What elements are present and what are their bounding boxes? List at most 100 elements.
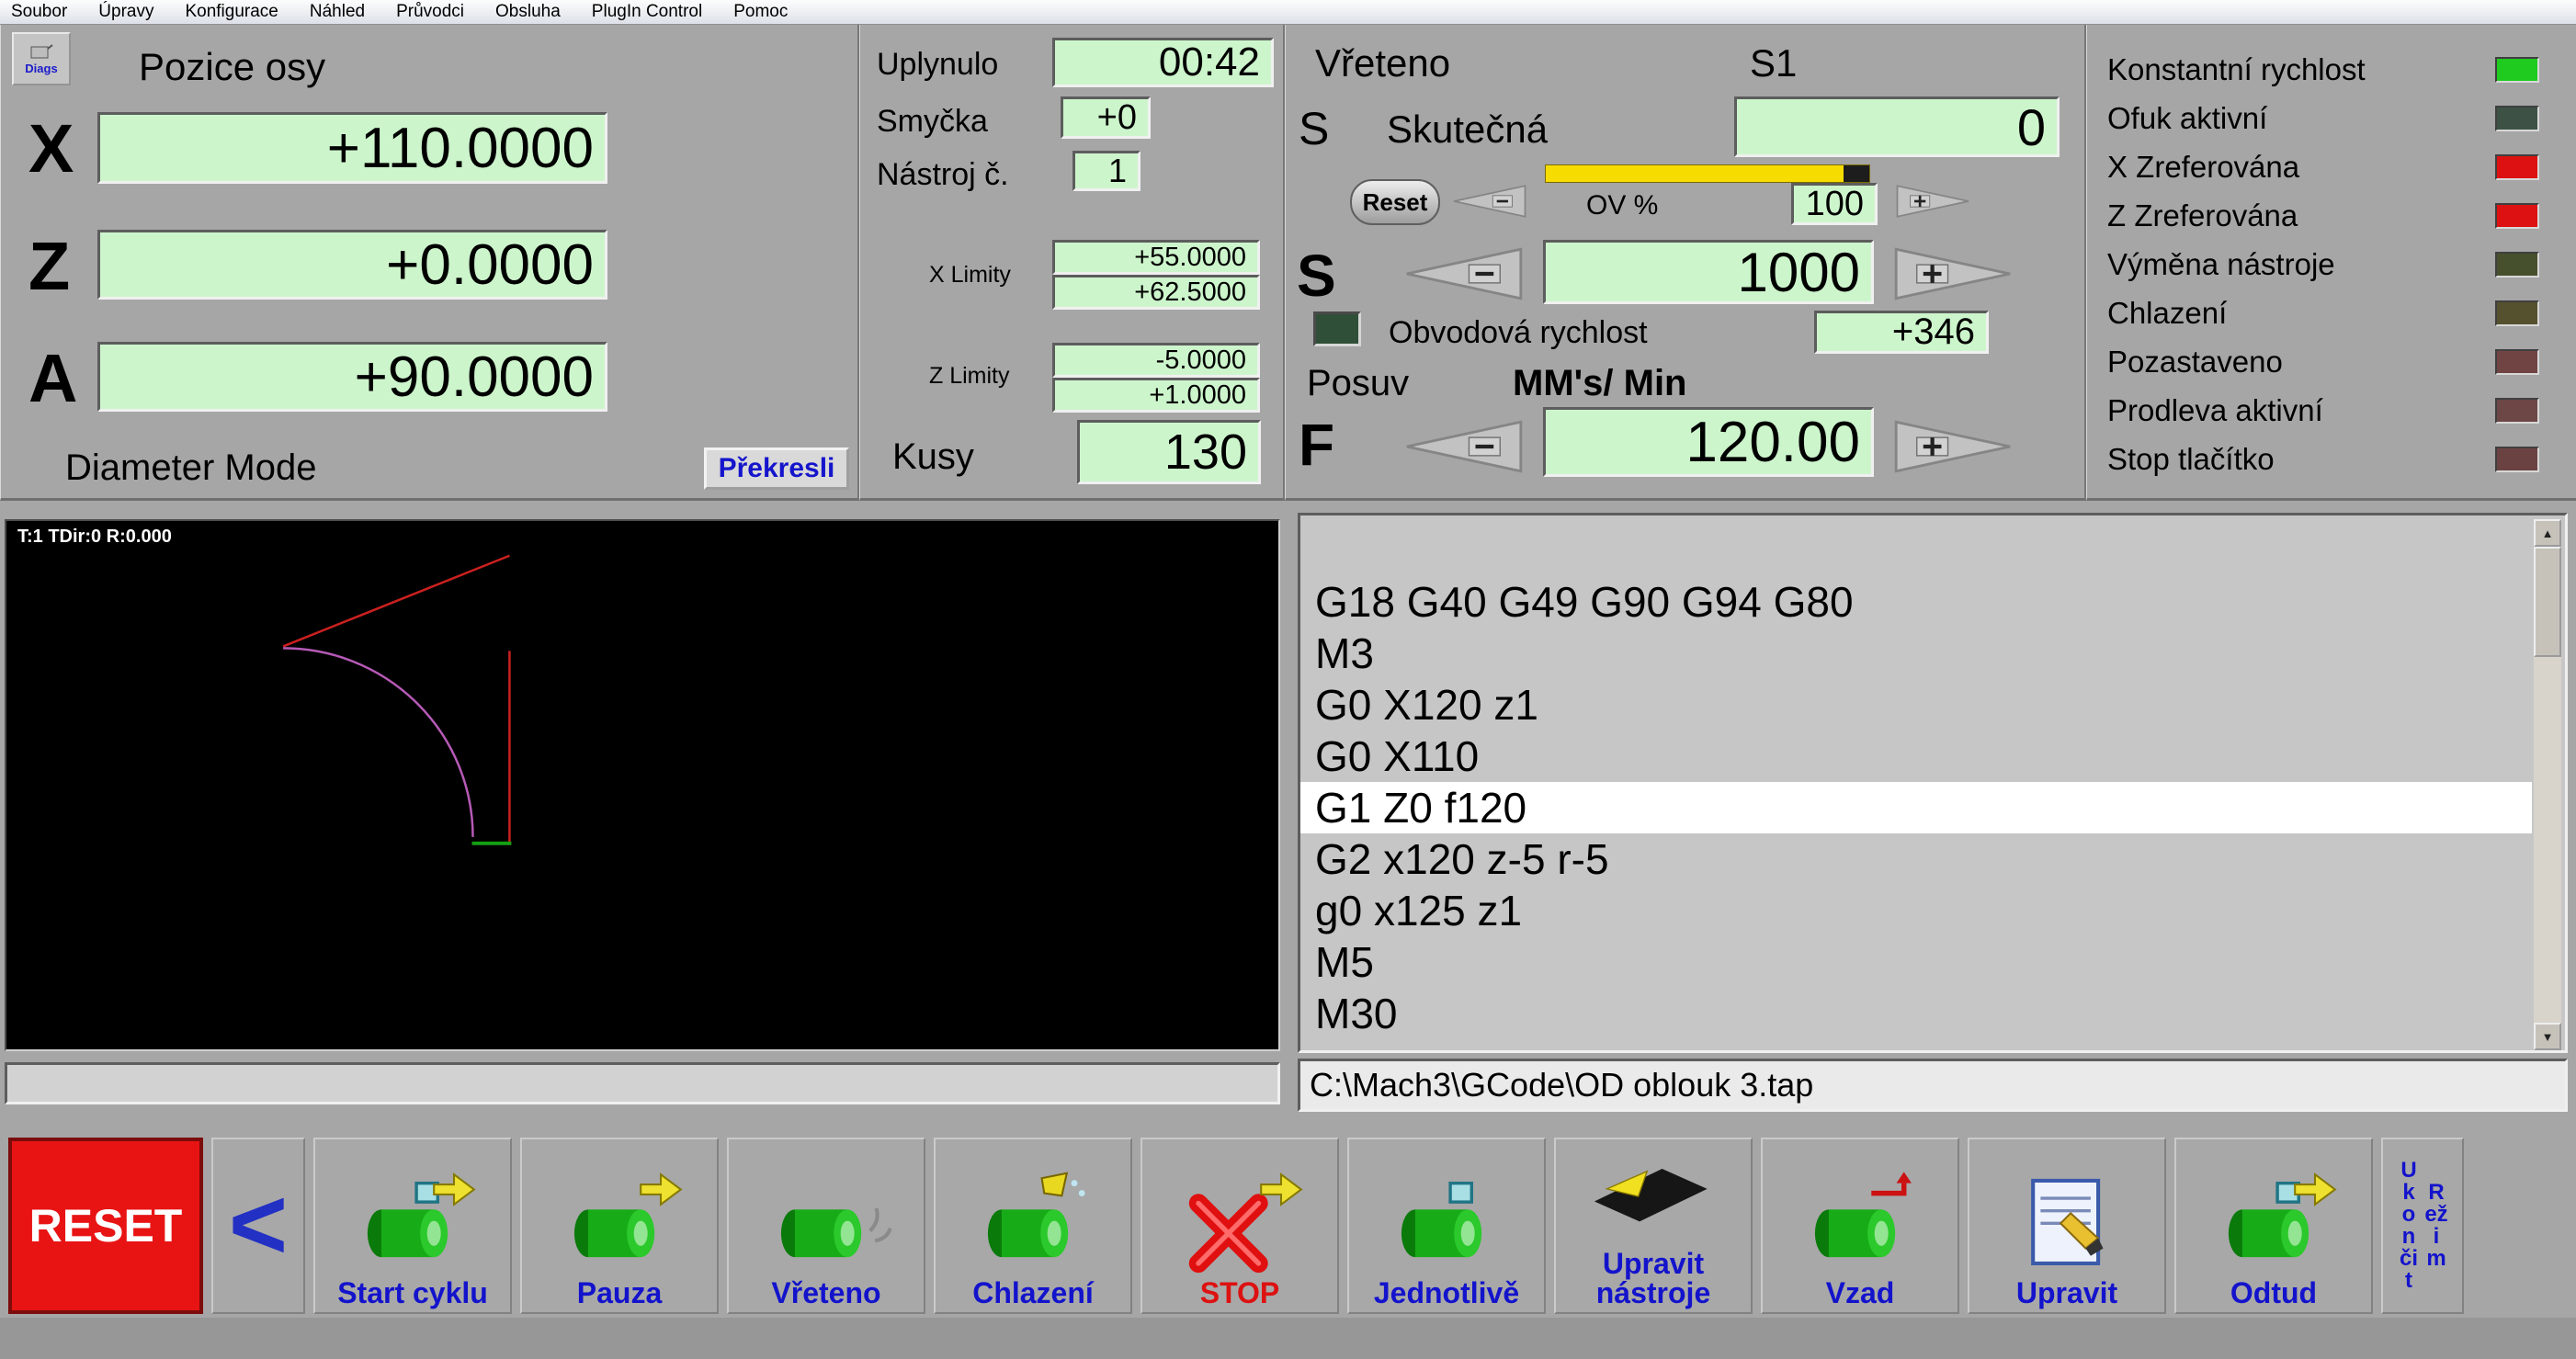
scroll-thumb[interactable] — [2534, 547, 2561, 657]
menu-plugin-control[interactable]: PlugIn Control — [592, 2, 702, 22]
feed-units-label: MM's/ Min — [1513, 363, 1687, 404]
button-label: Chlazení — [972, 1278, 1094, 1308]
spindle-speed-prefix: S — [1297, 242, 1336, 310]
dro-a[interactable]: +90.0000 — [97, 342, 607, 412]
override-minus-button[interactable] — [1447, 181, 1528, 221]
run-from-here-button[interactable]: Odtud — [2174, 1138, 2373, 1314]
exit-mode-button[interactable]: Ukončit Režim — [2381, 1138, 2464, 1314]
cycle-start-button[interactable]: Start cyklu — [313, 1138, 512, 1314]
status-row-constant-speed: Konstantní rychlost — [2087, 45, 2576, 94]
menu-obsluha[interactable]: Obsluha — [495, 2, 561, 22]
status-row-dwell-active: Prodleva aktivní — [2087, 386, 2576, 435]
spindle-speed-plus-button[interactable] — [1889, 245, 2023, 302]
redraw-button[interactable]: Překresli — [704, 447, 849, 490]
dro-override[interactable]: 100 — [1791, 183, 1878, 225]
gcode-line[interactable]: M5 — [1300, 936, 2532, 988]
parts-label: Kusy — [892, 436, 974, 478]
cycle-start-icon — [344, 1170, 482, 1278]
spindle-button[interactable]: Vřeteno — [727, 1138, 925, 1314]
back-button[interactable]: < — [211, 1138, 305, 1314]
scroll-up-icon[interactable]: ▲ — [2534, 519, 2561, 547]
spindle-actual-label: Skutečná — [1387, 108, 1548, 152]
toolpath-status-strip — [5, 1062, 1280, 1104]
scroll-down-icon[interactable]: ▼ — [2534, 1023, 2561, 1050]
feed-label: Posuv — [1307, 363, 1409, 404]
status-label: Z Zreferována — [2107, 198, 2495, 233]
menu-bar: Soubor Úpravy Konfigurace Náhled Průvodc… — [0, 0, 2576, 25]
dro-elapsed-time[interactable]: 00:42 — [1052, 38, 1274, 87]
feed-prefix: F — [1299, 411, 1334, 479]
button-label: Upravit nástroje — [1556, 1249, 1751, 1308]
override-plus-button[interactable] — [1894, 181, 1975, 221]
menu-nahled[interactable]: Náhled — [310, 2, 365, 22]
spindle-id-label: S1 — [1750, 41, 1797, 85]
gcode-file-path[interactable]: C:\Mach3\GCode\OD oblouk 3.tap — [1298, 1059, 2568, 1112]
tool-change-led — [2495, 252, 2539, 277]
dro-loop[interactable]: +0 — [1061, 96, 1151, 139]
gcode-line[interactable]: G0 X110 — [1300, 730, 2532, 782]
feed-plus-button[interactable] — [1889, 418, 2023, 475]
stop-button[interactable]: STOP — [1140, 1138, 1339, 1314]
status-row-air-blast: Ofuk aktivní — [2087, 94, 2576, 142]
toolpath-display[interactable]: T:1 TDir:0 R:0.000 — [5, 519, 1280, 1051]
diags-button[interactable]: Diags — [12, 32, 71, 85]
gcode-line[interactable]: G18 G40 G49 G90 G94 G80 — [1300, 576, 2532, 628]
dro-x-limit-1[interactable]: +55.0000 — [1052, 240, 1260, 275]
gcode-line[interactable]: g0 x125 z1 — [1300, 885, 2532, 936]
menu-pomoc[interactable]: Pomoc — [733, 2, 788, 22]
exit-label-line2: Režim — [2424, 1182, 2448, 1270]
status-label: Stop tlačítko — [2107, 442, 2495, 477]
pause-button[interactable]: Pauza — [520, 1138, 719, 1314]
status-label: Konstantní rychlost — [2107, 52, 2495, 87]
toolpath-canvas — [6, 521, 1278, 1049]
gcode-line[interactable]: G0 X120 z1 — [1300, 679, 2532, 730]
css-mode-led[interactable] — [1313, 311, 1361, 346]
diags-icon — [29, 43, 53, 62]
tool-number-label: Nástroj č. — [877, 157, 1009, 193]
feed-minus-button[interactable] — [1394, 418, 1528, 475]
gcode-line[interactable]: G2 x120 z-5 r-5 — [1300, 833, 2532, 885]
gcode-list[interactable]: G18 G40 G49 G90 G94 G80 M3 G0 X120 z1 G0… — [1298, 513, 2568, 1053]
css-label: Obvodová rychlost — [1389, 315, 1648, 351]
dro-tool-number[interactable]: 1 — [1072, 151, 1140, 191]
dro-spindle-speed[interactable]: 1000 — [1543, 240, 1874, 304]
z-referenced-led — [2495, 203, 2539, 229]
edit-gcode-icon — [1998, 1170, 2136, 1278]
dro-x[interactable]: +110.0000 — [97, 112, 607, 184]
gcode-line[interactable]: M30 — [1300, 988, 2532, 1039]
gcode-scrollbar[interactable]: ▲ ▼ — [2534, 519, 2561, 1050]
dro-z-limit-1[interactable]: -5.0000 — [1052, 343, 1260, 378]
single-block-button[interactable]: Jednotlivě — [1347, 1138, 1546, 1314]
button-label: Start cyklu — [337, 1278, 488, 1308]
gcode-line-current[interactable]: G1 Z0 f120 — [1300, 782, 2532, 833]
rewind-button[interactable]: Vzad — [1761, 1138, 1959, 1314]
button-label: Upravit — [2016, 1278, 2117, 1308]
dwell-active-led — [2495, 398, 2539, 424]
menu-pruvodci[interactable]: Průvodci — [396, 2, 464, 22]
dro-spindle-actual[interactable]: 0 — [1734, 96, 2060, 157]
dro-z-limit-2[interactable]: +1.0000 — [1052, 378, 1260, 413]
edit-gcode-button[interactable]: Upravit — [1968, 1138, 2166, 1314]
menu-konfigurace[interactable]: Konfigurace — [185, 2, 278, 22]
dro-parts-count[interactable]: 130 — [1077, 420, 1261, 484]
air-blast-led — [2495, 106, 2539, 131]
scroll-track[interactable] — [2534, 657, 2561, 1023]
dro-feed-rate[interactable]: 120.00 — [1543, 407, 1874, 477]
menu-soubor[interactable]: Soubor — [11, 2, 67, 22]
menu-upravy[interactable]: Úpravy — [98, 2, 153, 22]
gcode-line[interactable]: M3 — [1300, 628, 2532, 679]
status-label: X Zreferována — [2107, 150, 2495, 185]
edit-tools-button[interactable]: Upravit nástroje — [1554, 1138, 1753, 1314]
reset-button[interactable]: RESET — [8, 1138, 203, 1314]
status-row-tool-change: Výměna nástroje — [2087, 240, 2576, 289]
toolpath-overlay-text: T:1 TDir:0 R:0.000 — [17, 527, 172, 548]
status-row-paused: Pozastaveno — [2087, 337, 2576, 386]
dro-z[interactable]: +0.0000 — [97, 230, 607, 300]
coolant-button[interactable]: Chlazení — [934, 1138, 1132, 1314]
dro-x-limit-2[interactable]: +62.5000 — [1052, 275, 1260, 310]
spindle-speed-minus-button[interactable] — [1394, 245, 1528, 302]
dro-css-value[interactable]: +346 — [1814, 311, 1989, 354]
stop-icon — [1171, 1170, 1309, 1278]
button-label: Vzad — [1826, 1278, 1895, 1308]
spindle-override-reset-button[interactable]: Reset — [1350, 179, 1440, 225]
